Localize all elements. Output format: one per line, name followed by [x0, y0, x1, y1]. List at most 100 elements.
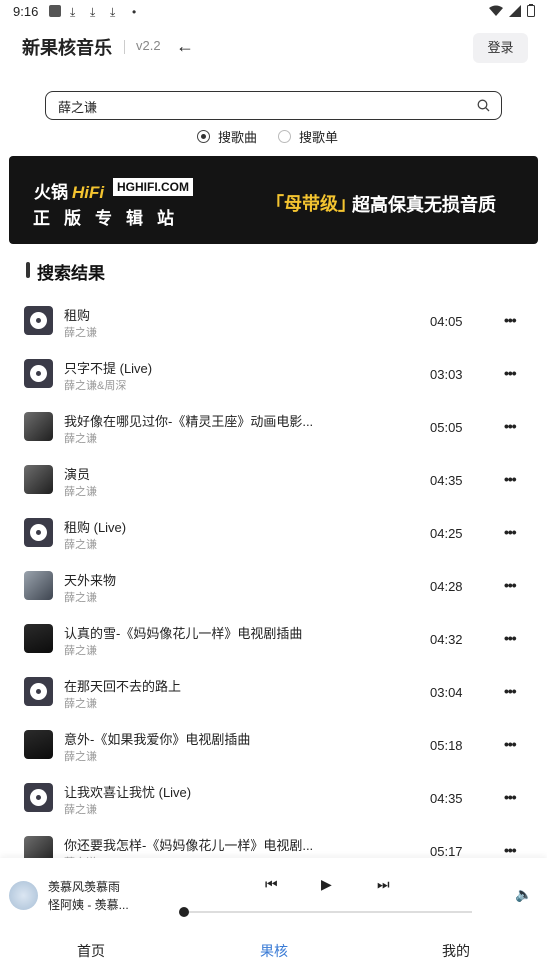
more-notifications-icon: • — [132, 5, 137, 19]
more-icon[interactable]: ••• — [504, 365, 517, 381]
song-row[interactable]: 租购 (Live) 薛之谦 04:25 ••• — [0, 506, 547, 559]
song-title: 让我欢喜让我忧 (Live) — [64, 785, 192, 800]
more-icon[interactable]: ••• — [504, 736, 517, 752]
player-title: 羡慕风羡慕雨 — [48, 880, 121, 894]
song-title: 天外来物 — [64, 573, 117, 588]
radio-search-songs[interactable]: 搜歌曲 — [197, 127, 257, 146]
song-duration: 04:35 — [430, 473, 463, 488]
song-row[interactable]: 让我欢喜让我忧 (Live) 薛之谦 04:35 ••• — [0, 771, 547, 824]
version-label: v2.2 — [136, 38, 161, 53]
more-icon[interactable]: ••• — [504, 842, 517, 858]
song-row[interactable]: 我好像在哪见过你-《精灵王座》动画电影... 薛之谦 05:05 ••• — [0, 400, 547, 453]
more-icon[interactable]: ••• — [504, 577, 517, 593]
download-icon: ⤓ — [90, 5, 96, 19]
bottom-tab-bar: 首页 果核 我的 — [0, 926, 547, 972]
more-icon[interactable]: ••• — [504, 312, 517, 328]
ad-banner[interactable]: 火锅 HiFi HGHIFI.COM 正版专辑站 「母带级」 超高保真无损音质 — [9, 156, 538, 244]
song-cover — [24, 518, 53, 547]
song-row[interactable]: 演员薛之谦 04:35 ••• — [0, 453, 547, 506]
banner-subtitle: 正版专辑站 — [33, 209, 188, 228]
player-cover[interactable] — [9, 881, 38, 910]
song-row[interactable]: 只字不提 (Live) 薛之谦&周深 03:03 ••• — [0, 347, 547, 400]
song-title: 认真的雪-《妈妈像花儿一样》电视剧插曲 — [64, 626, 303, 641]
radio-label: 搜歌单 — [299, 130, 339, 145]
radio-search-playlists[interactable]: 搜歌单 — [278, 127, 338, 146]
song-artist: 薛之谦 — [64, 751, 97, 763]
banner-tag: 「母带级」 — [266, 194, 356, 214]
more-icon[interactable]: ••• — [504, 418, 517, 434]
song-row[interactable]: 你还要我怎样-《妈妈像花儿一样》电视剧...薛之谦05:17••• — [0, 824, 547, 858]
play-icon[interactable]: ▶ — [321, 876, 332, 893]
progress-bar[interactable] — [184, 911, 472, 913]
song-row[interactable]: 天外来物 薛之谦 04:28 ••• — [0, 559, 547, 612]
song-list: 租购 薛之谦 04:05 ••• 只字不提 (Live) 薛之谦&周深 03:03 ••• 我好… — [0, 294, 547, 858]
more-icon[interactable]: ••• — [504, 789, 517, 805]
song-row[interactable]: 认真的雪-《妈妈像花儿一样》电视剧插曲 薛之谦 04:32 ••• — [0, 612, 547, 665]
radio-dot — [278, 130, 291, 143]
song-artist: 薛之谦 — [64, 804, 97, 816]
song-cover — [24, 412, 53, 441]
banner-slogan: 超高保真无损音质 — [352, 195, 496, 215]
status-right — [489, 4, 535, 17]
search-mode-group: 搜歌曲 搜歌单 — [0, 127, 547, 145]
wifi-icon — [489, 5, 503, 16]
song-artist: 薛之谦 — [64, 592, 97, 604]
song-duration: 05:17 — [430, 844, 463, 858]
notification-icon — [49, 5, 61, 17]
volume-icon[interactable]: 🔈 — [515, 886, 532, 903]
song-row[interactable]: 租购 薛之谦 04:05 ••• — [0, 294, 547, 347]
more-icon[interactable]: ••• — [504, 524, 517, 540]
song-cover — [24, 571, 53, 600]
tab-home[interactable]: 首页 — [77, 941, 105, 961]
song-artist: 薛之谦 — [64, 645, 97, 657]
previous-icon[interactable]: ⏮ — [265, 876, 278, 893]
tab-mine[interactable]: 我的 — [442, 941, 470, 961]
song-duration: 05:05 — [430, 420, 463, 435]
section-marker — [26, 262, 30, 278]
battery-icon — [527, 4, 535, 17]
song-artist: 薛之谦 — [64, 486, 97, 498]
song-cover — [24, 836, 53, 858]
title-divider — [124, 40, 125, 54]
song-title: 在那天回不去的路上 — [64, 679, 182, 694]
search-icon[interactable] — [477, 99, 490, 112]
song-artist: 薛之谦 — [64, 698, 97, 710]
results-heading: 搜索结果 — [37, 264, 105, 283]
back-arrow-icon[interactable]: ← — [174, 35, 196, 57]
download-icon: ⤓ — [110, 5, 116, 19]
song-artist: 薛之谦&周深 — [64, 380, 127, 392]
progress-knob[interactable] — [179, 907, 189, 917]
song-artist: 薛之谦 — [64, 539, 97, 551]
song-artist: 薛之谦 — [64, 433, 97, 445]
status-time: 9:16 — [13, 4, 39, 19]
player-artist: 怪阿姨 - 羡慕... — [48, 898, 129, 912]
banner-brand: 火锅 HiFi — [34, 183, 105, 202]
more-icon[interactable]: ••• — [504, 630, 517, 646]
app-title: 新果核音乐 — [22, 38, 112, 58]
song-duration: 03:04 — [430, 685, 463, 700]
song-duration: 04:05 — [430, 314, 463, 329]
tab-guohe[interactable]: 果核 — [260, 941, 288, 961]
song-duration: 04:35 — [430, 791, 463, 806]
song-cover — [24, 677, 53, 706]
login-button[interactable]: 登录 — [473, 33, 528, 63]
song-cover — [24, 730, 53, 759]
song-title: 租购 (Live) — [64, 520, 127, 535]
radio-dot — [197, 130, 210, 143]
song-row[interactable]: 意外-《如果我爱你》电视剧插曲 薛之谦 05:18 ••• — [0, 718, 547, 771]
search-input[interactable] — [58, 96, 468, 116]
download-icon: ⤓ — [70, 5, 76, 19]
song-title: 租购 — [64, 308, 91, 323]
song-title: 只字不提 (Live) — [64, 361, 153, 376]
next-icon[interactable]: ⏭ — [377, 876, 390, 893]
status-bar: 9:16 ⤓ ⤓ ⤓ • — [0, 0, 547, 24]
song-cover — [24, 465, 53, 494]
mini-player: 羡慕风羡慕雨 怪阿姨 - 羡慕... ⏮ ▶ ⏭ 🔈 — [0, 858, 547, 926]
more-icon[interactable]: ••• — [504, 471, 517, 487]
song-title: 意外-《如果我爱你》电视剧插曲 — [64, 732, 251, 747]
song-title: 演员 — [64, 467, 91, 482]
more-icon[interactable]: ••• — [504, 683, 517, 699]
song-row[interactable]: 在那天回不去的路上 薛之谦 03:04 ••• — [0, 665, 547, 718]
song-title: 我好像在哪见过你-《精灵王座》动画电影... — [64, 414, 314, 429]
signal-icon — [509, 4, 521, 17]
